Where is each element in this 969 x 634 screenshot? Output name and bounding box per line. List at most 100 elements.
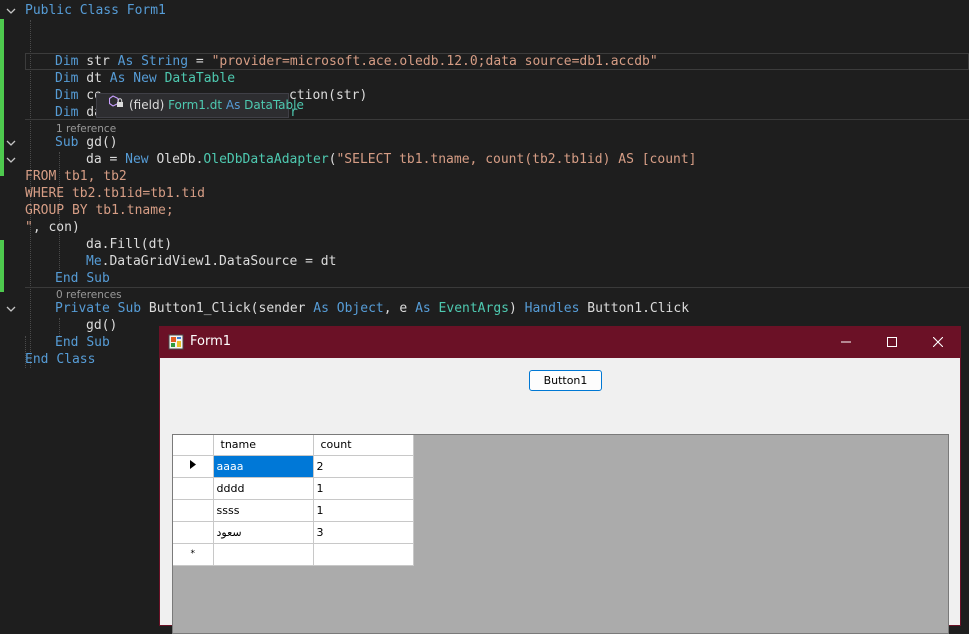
table-row[interactable]: ssss 1 bbox=[173, 499, 414, 522]
change-indicator bbox=[0, 240, 4, 292]
row-header[interactable] bbox=[173, 455, 214, 478]
cell-tname[interactable] bbox=[213, 543, 314, 566]
code-line[interactable]: gd() bbox=[86, 317, 117, 334]
table-row[interactable]: aaaa 2 bbox=[173, 455, 414, 478]
new-row[interactable]: * bbox=[173, 543, 414, 566]
method-separator bbox=[25, 119, 969, 120]
kw: String bbox=[141, 54, 189, 69]
ident: da = bbox=[86, 152, 126, 167]
cell-tname[interactable]: ssss bbox=[213, 499, 314, 522]
row-header[interactable] bbox=[173, 521, 214, 544]
code-line[interactable]: Dim dt As New DataTable bbox=[55, 70, 235, 87]
grid-header-row: tname count bbox=[173, 435, 414, 456]
type-name: OleDbDataAdapter bbox=[203, 152, 329, 167]
column-header-tname[interactable]: tname bbox=[213, 435, 314, 456]
kw: As bbox=[415, 301, 431, 316]
kw: Private bbox=[55, 301, 110, 316]
code-line[interactable]: GROUP BY tb1.tname; bbox=[25, 202, 174, 219]
ident: ) bbox=[509, 301, 525, 316]
kw: Dim bbox=[55, 88, 79, 103]
maximize-button[interactable] bbox=[869, 327, 915, 358]
cell-count[interactable]: 3 bbox=[313, 521, 414, 544]
kw: As bbox=[117, 54, 134, 69]
fold-chevron-icon[interactable] bbox=[5, 137, 17, 149]
button1[interactable]: Button1 bbox=[529, 370, 602, 391]
code-line[interactable]: End Sub bbox=[55, 334, 110, 351]
close-icon bbox=[933, 337, 943, 347]
kw: New bbox=[125, 152, 149, 167]
ident: = bbox=[188, 54, 212, 69]
data-grid-view[interactable]: tname count aaaa 2 dddd 1 ssss 1 سعود 3 … bbox=[172, 434, 949, 634]
kw: Dim bbox=[55, 54, 79, 69]
field-lock-icon bbox=[108, 94, 125, 117]
code-line[interactable]: WHERE tb2.tb1id=tb1.tid bbox=[25, 185, 205, 202]
table-row[interactable]: dddd 1 bbox=[173, 477, 414, 500]
code-line[interactable]: Dim str As String = "provider=microsoft.… bbox=[55, 53, 658, 70]
code-line[interactable]: Public Class Form1 bbox=[25, 2, 166, 19]
code-line[interactable]: End Class bbox=[25, 351, 95, 368]
ident: .DataGridView1.DataSource = dt bbox=[101, 254, 337, 269]
kw: Class bbox=[56, 352, 96, 367]
kw: End bbox=[55, 271, 79, 286]
kw: Me bbox=[86, 254, 102, 269]
ident: dt bbox=[78, 71, 110, 86]
grid-table: tname count aaaa 2 dddd 1 ssss 1 سعود 3 … bbox=[173, 435, 414, 566]
form-window[interactable]: Form1 Button1 tname count aaaa 2 dddd 1 … bbox=[159, 326, 961, 634]
minimize-button[interactable] bbox=[823, 327, 869, 358]
kw: Handles bbox=[524, 301, 580, 316]
ident: Button1.Click bbox=[579, 301, 690, 316]
fold-chevron-icon[interactable] bbox=[5, 5, 17, 17]
cell-count[interactable] bbox=[313, 543, 414, 566]
cell-count[interactable]: 1 bbox=[313, 477, 414, 500]
app-icon bbox=[168, 334, 184, 354]
cell-tname[interactable]: dddd bbox=[213, 477, 314, 500]
ident: , e bbox=[383, 301, 416, 316]
ident: , con) bbox=[32, 220, 80, 235]
cell-tname[interactable]: aaaa bbox=[213, 455, 314, 478]
code-line[interactable]: Sub gd() bbox=[55, 134, 118, 151]
kw: Public Class Form1 bbox=[25, 3, 166, 18]
title-bar[interactable]: Form1 bbox=[160, 327, 960, 358]
cell-count[interactable]: 2 bbox=[313, 455, 414, 478]
kw: New bbox=[133, 71, 157, 86]
code-line[interactable]: End Sub bbox=[55, 270, 110, 287]
code-line[interactable]: Private Sub Button1_Click(sender As Obje… bbox=[55, 300, 689, 317]
kw: Object bbox=[336, 301, 384, 316]
kw: Dim bbox=[55, 105, 79, 120]
code-line[interactable]: ", con) bbox=[25, 219, 80, 236]
fold-chevron-icon[interactable] bbox=[5, 303, 17, 315]
code-line[interactable]: Dim co bbox=[55, 87, 102, 104]
new-row-marker[interactable]: * bbox=[173, 543, 214, 566]
maximize-icon bbox=[887, 337, 897, 347]
code-line[interactable]: FROM tb1, tb2 bbox=[25, 168, 127, 185]
kw: As bbox=[109, 71, 126, 86]
cell-tname[interactable]: سعود bbox=[213, 521, 314, 544]
tooltip-as: As bbox=[222, 98, 245, 112]
row-header-corner[interactable] bbox=[173, 435, 214, 456]
code-line[interactable]: da.Fill(dt) bbox=[86, 236, 172, 253]
change-indicator bbox=[0, 19, 4, 176]
row-header[interactable] bbox=[173, 499, 214, 522]
code-line[interactable]: Dim da bbox=[55, 104, 102, 121]
row-header[interactable] bbox=[173, 477, 214, 500]
string-literal: "SELECT tb1.tname, count(tb2.tb1id) AS [… bbox=[336, 152, 697, 167]
column-header-count[interactable]: count bbox=[313, 435, 414, 456]
fold-chevron-icon[interactable] bbox=[5, 154, 17, 166]
kw: End bbox=[55, 335, 79, 350]
kw: End bbox=[25, 352, 49, 367]
kw: Sub bbox=[55, 135, 79, 150]
table-row[interactable]: سعود 3 bbox=[173, 521, 414, 544]
kw: As bbox=[313, 301, 329, 316]
close-button[interactable] bbox=[915, 327, 961, 358]
cell-count[interactable]: 1 bbox=[313, 499, 414, 522]
kw: Sub bbox=[117, 301, 142, 316]
code-line[interactable]: Me.DataGridView1.DataSource = dt bbox=[86, 253, 336, 270]
minimize-icon bbox=[841, 341, 851, 343]
ident: OleDb. bbox=[148, 152, 204, 167]
kw: Sub bbox=[86, 271, 110, 286]
code-line[interactable]: da = New OleDb.OleDbDataAdapter("SELECT … bbox=[86, 151, 697, 168]
kw: Sub bbox=[86, 335, 110, 350]
